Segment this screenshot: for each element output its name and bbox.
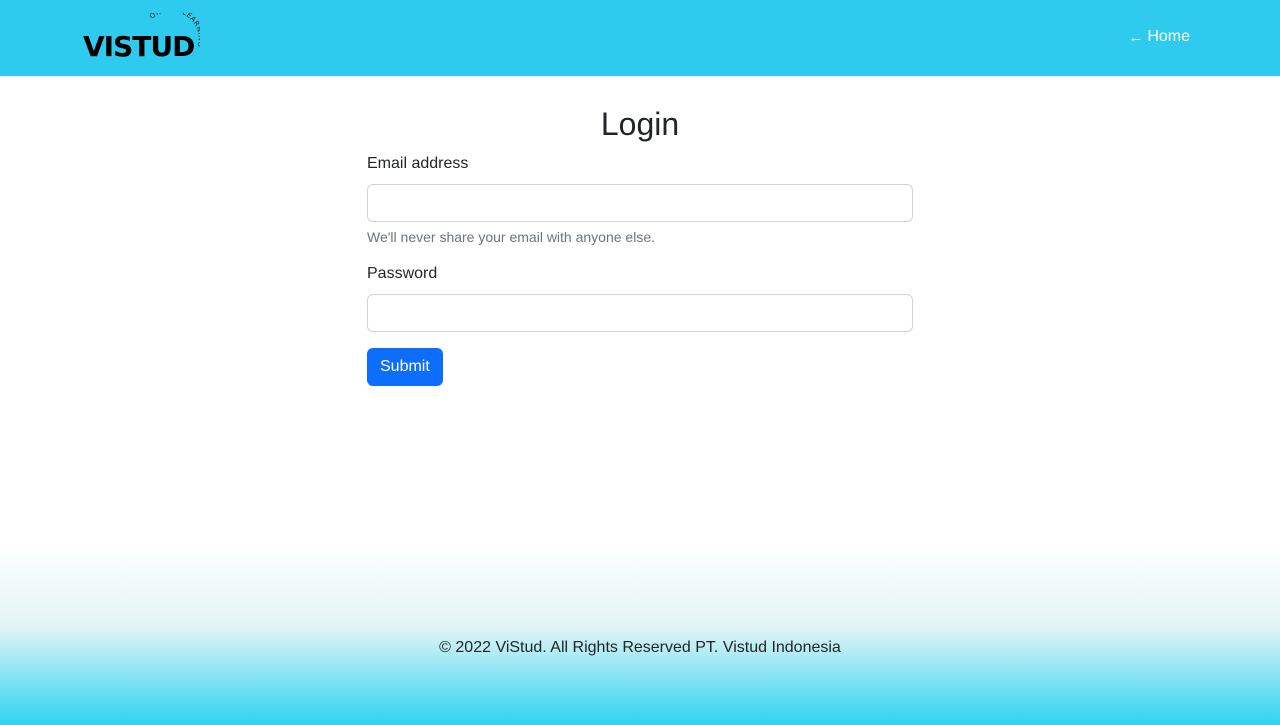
copyright-text: © 2022 ViStud. All Rights Reserved PT. V… xyxy=(439,639,841,656)
email-label: Email address xyxy=(367,155,469,172)
brand-text: VISTUD xyxy=(83,30,194,63)
home-link[interactable]: ← Home xyxy=(1128,28,1190,46)
email-field[interactable] xyxy=(367,184,913,222)
email-help-text: We'll never share your email with anyone… xyxy=(367,229,655,245)
password-group: Password xyxy=(367,262,913,332)
password-label: Password xyxy=(367,265,438,282)
arrow-left-icon: ← xyxy=(1128,28,1144,46)
login-form: Login Email address We'll never share yo… xyxy=(367,100,913,386)
password-field[interactable] xyxy=(367,294,913,332)
footer: © 2022 ViStud. All Rights Reserved PT. V… xyxy=(0,543,1280,725)
vistud-logo-icon: VISTUD ONLINE LEARNING xyxy=(83,13,200,63)
submit-button[interactable]: Submit xyxy=(367,348,443,386)
email-group: Email address We'll never share your ema… xyxy=(367,152,913,245)
page-title: Login xyxy=(600,106,680,142)
brand-logo[interactable]: VISTUD ONLINE LEARNING xyxy=(82,13,200,63)
home-link-label: Home xyxy=(1147,28,1190,45)
navbar: VISTUD ONLINE LEARNING ← Home xyxy=(0,0,1280,76)
